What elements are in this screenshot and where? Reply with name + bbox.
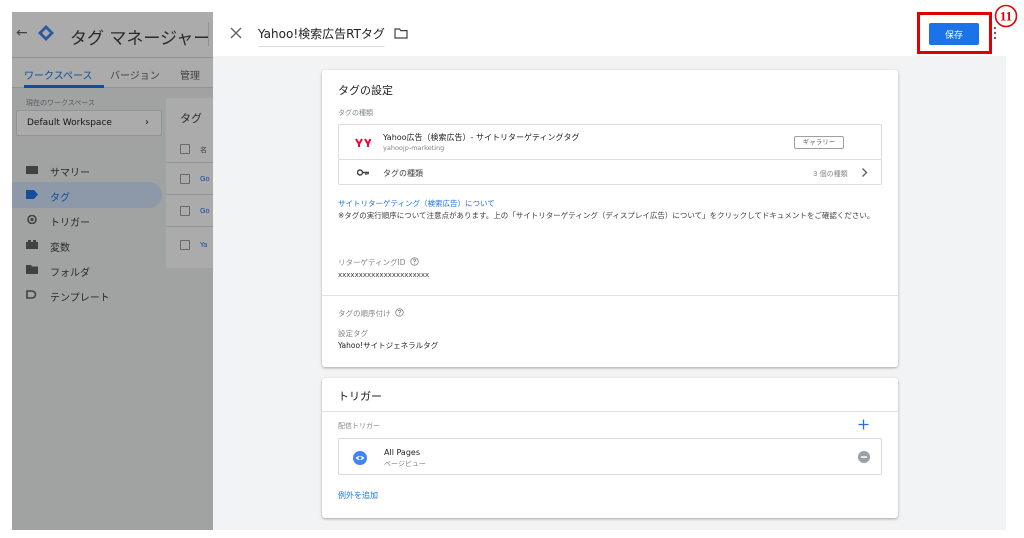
card-heading: タグの設定: [338, 84, 393, 97]
tag-sequencing-label[interactable]: タグの順序付け: [338, 308, 404, 319]
trigger-item-all-pages[interactable]: All Pages ページビュー: [338, 438, 882, 475]
setup-tag-value: Yahoo!サイトジェネラルタグ: [338, 341, 439, 350]
trigger-type: ページビュー: [384, 460, 426, 468]
triggering-card[interactable]: トリガー 配信トリガー All Pages ページビュー 例外を追加: [322, 378, 898, 518]
tag-name-field[interactable]: Yahoo!検索広告RTタグ: [258, 25, 385, 47]
template-name: Yahoo広告（検索広告）- サイトリターゲティングタグ: [383, 133, 580, 142]
plus-icon[interactable]: [858, 419, 869, 430]
key-icon: [357, 169, 369, 176]
help-icon[interactable]: [409, 257, 419, 266]
tag-template-row[interactable]: Yahoo広告（検索広告）- サイトリターゲティングタグ yahoojp-mar…: [338, 124, 882, 160]
drawer-header: Yahoo!検索広告RTタグ 保存: [213, 12, 1006, 56]
svg-text:11: 11: [1000, 9, 1012, 24]
yahoo-logo-icon: [355, 138, 371, 147]
tag-editor-drawer: Yahoo!検索広告RTタグ 保存 タグの設定 タグの種類 Yahoo広告（検索…: [213, 12, 1006, 530]
gallery-badge: ギャラリー: [794, 136, 844, 149]
remove-icon[interactable]: [858, 451, 870, 463]
folder-icon[interactable]: [394, 28, 408, 39]
setup-tag-label: 設定タグ: [338, 329, 368, 338]
save-callout-box: [917, 12, 992, 54]
tag-configuration-card[interactable]: タグの設定 タグの種類 Yahoo広告（検索広告）- サイトリターゲティングタグ…: [322, 70, 898, 367]
firing-triggers-label: 配信トリガー: [338, 422, 380, 430]
step-number-badge: 11: [994, 4, 1018, 28]
tag-type-count: 3 個の種類: [813, 170, 848, 178]
retargeting-id-label: リターゲティングID: [338, 257, 419, 268]
chevron-right-icon: [862, 168, 868, 177]
retargeting-id-value[interactable]: xxxxxxxxxxxxxxxxxxxxxx: [338, 271, 429, 279]
screenshot-root: ← タグ マネージャー ワークスペース バージョン 管理 現在のワークスペース …: [0, 0, 1024, 538]
tag-type-row-label: タグの種類: [383, 169, 423, 178]
eye-icon: [353, 451, 367, 465]
help-icon[interactable]: [394, 308, 404, 317]
field-label-text: リターゲティングID: [338, 258, 406, 267]
execution-order-note: ※タグの実行順序について注意点があります。上の「サイトリターゲティング（ディスプ…: [338, 211, 875, 220]
section-divider: [322, 295, 898, 296]
more-vert-icon[interactable]: [993, 26, 997, 40]
section-divider: [322, 411, 898, 412]
close-icon[interactable]: [229, 26, 243, 40]
about-retargeting-link[interactable]: サイトリターゲティング（検索広告）について: [338, 198, 495, 209]
add-exception-link[interactable]: 例外を追加: [338, 490, 378, 501]
trigger-name: All Pages: [384, 448, 420, 457]
field-label-text: タグの順序付け: [338, 309, 391, 318]
card-heading: トリガー: [338, 390, 382, 403]
modal-scrim[interactable]: [12, 12, 213, 530]
tag-type-selector[interactable]: タグの種類 3 個の種類: [338, 159, 882, 185]
template-vendor: yahoojp-marketing: [383, 144, 445, 152]
tag-type-label: タグの種類: [338, 109, 373, 117]
